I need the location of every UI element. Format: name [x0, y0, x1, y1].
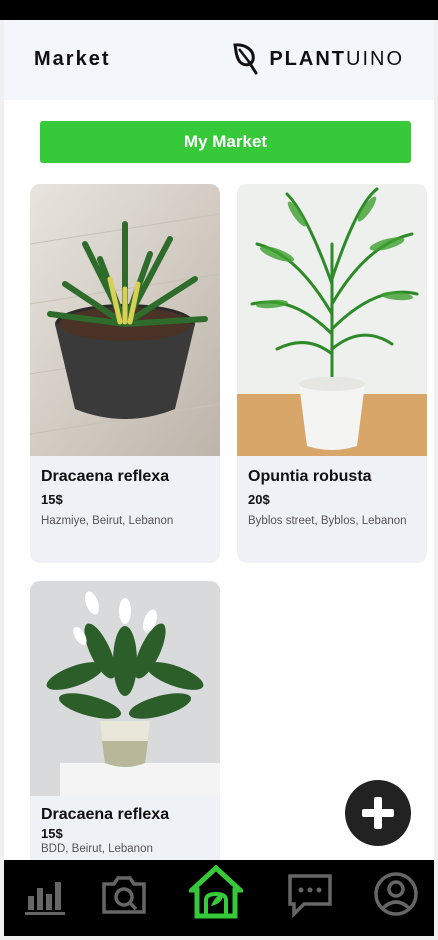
- brand-name-light: UINO: [346, 47, 404, 70]
- plant-price: 15$: [41, 492, 63, 507]
- camera-icon[interactable]: [100, 870, 148, 918]
- plant-price: 15$: [41, 826, 63, 841]
- listing-card[interactable]: Opuntia robusta 20$ Byblos street, Byblo…: [237, 184, 427, 563]
- plant-name: Opuntia robusta: [248, 468, 372, 485]
- listing-card[interactable]: Dracaena reflexa 15$ BDD, Beirut, Lebano…: [30, 581, 220, 881]
- chat-icon[interactable]: [286, 870, 334, 918]
- plus-icon: [374, 797, 382, 829]
- add-listing-button[interactable]: [345, 780, 411, 846]
- plant-name: Dracaena reflexa: [41, 468, 170, 485]
- listing-card[interactable]: Dracaena reflexa 15$ Hazmiye, Beirut, Le…: [30, 184, 220, 563]
- plant-location: Hazmiye, Beirut, Lebanon: [41, 515, 174, 527]
- profile-icon[interactable]: [372, 870, 420, 918]
- leaf-logo-icon: [233, 43, 258, 75]
- market-screen: Market PLANT UINO My Market Dracaena ref…: [4, 20, 434, 936]
- app-header: Market PLANT UINO: [4, 20, 434, 100]
- plant-location: BDD, Beirut, Lebanon: [41, 843, 153, 855]
- plant-photo: [237, 184, 427, 456]
- plant-price: 20$: [248, 492, 270, 507]
- plant-photo: [30, 581, 220, 796]
- haworthia-image: [30, 184, 220, 456]
- page-title: Market: [34, 48, 111, 70]
- plant-photo: [30, 184, 220, 456]
- bar-chart-icon[interactable]: [22, 870, 70, 918]
- plantuino-logo: PLANT UINO: [231, 42, 404, 76]
- plant-location: Byblos street, Byblos, Lebanon: [248, 515, 407, 527]
- peace-lily-image: [30, 581, 220, 796]
- plant-name: Dracaena reflexa: [41, 806, 170, 823]
- palm-image: [237, 184, 427, 456]
- my-market-button[interactable]: My Market: [40, 121, 411, 163]
- home-icon[interactable]: [189, 864, 243, 920]
- status-bar: [0, 0, 438, 20]
- bottom-nav: [4, 860, 434, 936]
- brand-name-bold: PLANT: [269, 47, 346, 70]
